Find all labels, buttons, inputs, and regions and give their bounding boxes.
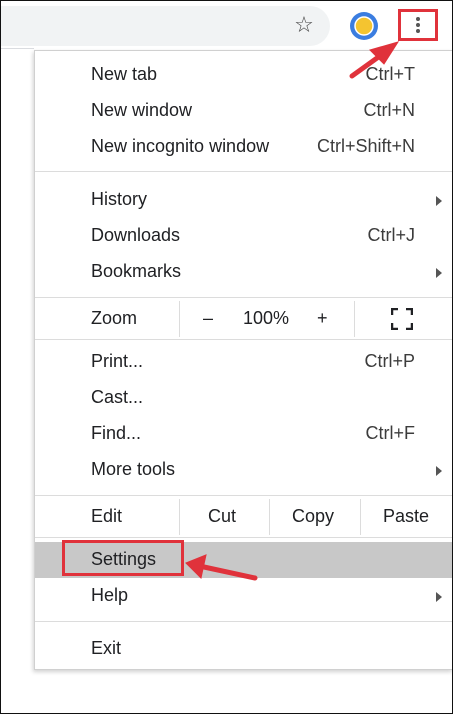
menu-item-shortcut: Ctrl+T	[365, 64, 416, 84]
vertical-dots-icon	[416, 17, 420, 21]
menu-item-exit[interactable]: Exit	[35, 631, 453, 667]
extension-icon[interactable]	[347, 9, 381, 43]
menu-item-shortcut: Ctrl+N	[363, 100, 415, 120]
menu-item-settings[interactable]: Settings	[35, 542, 453, 578]
edit-label: Edit	[91, 506, 123, 526]
menu-item-label: New tab	[91, 64, 158, 84]
menu-item-label: Help	[91, 585, 129, 605]
submenu-arrow-icon	[436, 196, 442, 206]
menu-divider	[35, 171, 453, 172]
paste-button[interactable]: Paste	[383, 506, 429, 527]
menu-item-label: Downloads	[91, 225, 181, 245]
browser-toolbar: ☆	[0, 0, 453, 48]
menu-divider	[35, 297, 453, 298]
star-icon[interactable]: ☆	[290, 12, 318, 40]
page-divider	[0, 48, 34, 49]
zoom-in-button[interactable]: +	[317, 308, 328, 329]
menu-item-label: Settings	[91, 549, 157, 569]
menu-item-label: Exit	[91, 638, 122, 658]
menu-item-label: Find...	[91, 423, 142, 443]
menu-item-cast[interactable]: Cast...	[35, 380, 453, 416]
menu-divider	[35, 339, 453, 340]
edit-separator	[269, 499, 270, 535]
edit-separator	[179, 499, 180, 535]
vertical-dots-icon-dot	[416, 23, 420, 27]
menu-item-downloads[interactable]: Downloads Ctrl+J	[35, 218, 453, 254]
menu-item-print[interactable]: Print... Ctrl+P	[35, 344, 453, 380]
chrome-main-menu: New tab Ctrl+T New window Ctrl+N New inc…	[34, 50, 453, 670]
menu-item-shortcut: Ctrl+P	[364, 351, 415, 371]
submenu-arrow-icon	[436, 268, 442, 278]
menu-item-find[interactable]: Find... Ctrl+F	[35, 416, 453, 452]
address-bar[interactable]	[0, 6, 330, 46]
copy-button[interactable]: Copy	[292, 506, 334, 527]
zoom-separator	[354, 301, 355, 337]
menu-item-shortcut: Ctrl+F	[365, 423, 416, 443]
menu-item-label: More tools	[91, 459, 176, 479]
menu-button[interactable]	[398, 9, 438, 41]
menu-divider	[35, 621, 453, 622]
menu-item-help[interactable]: Help	[35, 578, 453, 614]
menu-item-label: Print...	[91, 351, 144, 371]
menu-item-label: Cast...	[91, 387, 144, 407]
vertical-dots-icon-dot	[416, 29, 420, 33]
menu-item-shortcut: Ctrl+Shift+N	[316, 136, 415, 156]
menu-row-zoom: Zoom – 100% +	[35, 301, 453, 337]
zoom-out-button[interactable]: –	[203, 308, 213, 329]
menu-item-more-tools[interactable]: More tools	[35, 452, 453, 488]
edit-separator	[360, 499, 361, 535]
menu-divider	[35, 495, 453, 496]
menu-item-label: New window	[91, 100, 193, 120]
submenu-arrow-icon	[436, 592, 442, 602]
menu-divider	[35, 537, 453, 538]
menu-item-new-incognito-window[interactable]: New incognito window Ctrl+Shift+N	[35, 129, 453, 165]
menu-item-shortcut: Ctrl+J	[367, 225, 415, 245]
menu-row-edit: Edit Cut Copy Paste	[35, 499, 453, 535]
menu-item-label: Bookmarks	[91, 261, 182, 281]
zoom-separator	[179, 301, 180, 337]
menu-item-label: New incognito window	[91, 136, 270, 156]
menu-item-history[interactable]: History	[35, 182, 453, 218]
zoom-level: 100%	[243, 308, 290, 328]
menu-item-new-tab[interactable]: New tab Ctrl+T	[35, 57, 453, 93]
menu-item-bookmarks[interactable]: Bookmarks	[35, 254, 453, 290]
submenu-arrow-icon	[436, 466, 442, 476]
cut-button[interactable]: Cut	[208, 506, 236, 527]
fullscreen-icon[interactable]	[390, 307, 414, 331]
zoom-label: Zoom	[91, 308, 138, 328]
menu-item-new-window[interactable]: New window Ctrl+N	[35, 93, 453, 129]
menu-item-label: History	[91, 189, 148, 209]
